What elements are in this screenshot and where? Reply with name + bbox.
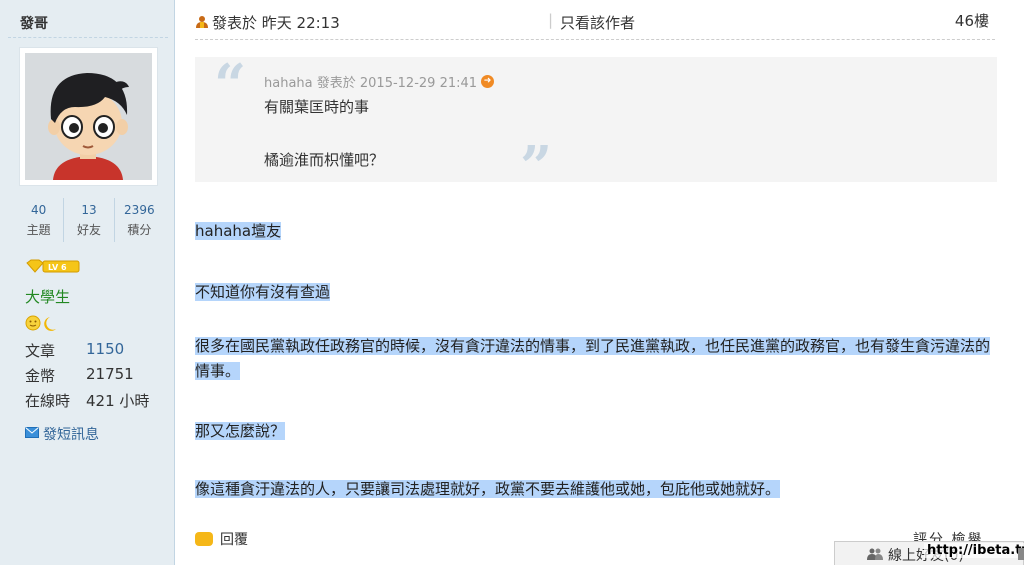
close-quote-icon: ” [520, 134, 553, 200]
post-paragraph-text: 像這種貪汙違法的人，只要讓司法處理就好，政黨不要去維護他或她，包庇他或她就好。 [195, 480, 781, 498]
stat-points[interactable]: 2396 積分 [115, 198, 164, 242]
quote-text-line: 橘逾淮而枳懂吧？ [264, 151, 385, 169]
jump-to-quote-icon[interactable]: ➜ [481, 75, 495, 88]
stat-friends-label: 好友 [76, 223, 101, 237]
post-paragraph-text: hahaha壇友 [195, 222, 282, 240]
info-coins: 金幣 21751 [25, 365, 134, 386]
quote-block: “ hahaha 發表於 2015-12-29 21:41 ➜ 有關葉匡時的事 … [195, 52, 997, 195]
stat-friends[interactable]: 13 好友 [64, 198, 115, 242]
info-posts-label: 文章 [25, 342, 56, 360]
divider [8, 37, 168, 38]
post-paragraph-text: 不知道你有沒有查過 [195, 283, 331, 301]
reply-button[interactable]: 回覆 [195, 529, 248, 549]
scroll-edge[interactable] [1018, 548, 1024, 560]
user-online-icon [195, 15, 209, 29]
quote-text-line: 有關葉匡時的事 [264, 98, 370, 116]
stat-points-label: 積分 [127, 223, 152, 237]
info-coins-value: 21751 [86, 365, 134, 383]
users-icon [867, 548, 883, 560]
quote-author-time: hahaha 發表於 2015-12-29 21:41 [264, 76, 478, 91]
avatar[interactable] [19, 47, 158, 186]
info-online-time-label: 在線時 [25, 392, 71, 410]
reply-icon [195, 532, 213, 546]
quote-meta: hahaha 發表於 2015-12-29 21:41 ➜ [264, 72, 495, 91]
post-paragraph: hahaha壇友 [195, 219, 295, 244]
stat-friends-value: 13 [81, 203, 97, 217]
stat-threads-value: 40 [31, 203, 47, 217]
info-posts: 文章 1150 [25, 340, 124, 361]
stat-threads-label: 主題 [26, 223, 51, 237]
info-posts-value[interactable]: 1150 [86, 340, 124, 361]
medal-icons [25, 314, 65, 332]
open-quote-icon: “ [214, 52, 247, 118]
post-paragraph-text: 那又怎麼說？ [195, 422, 286, 440]
author-name[interactable]: 發哥 [20, 13, 48, 33]
envelope-icon [25, 426, 39, 442]
post-header: 發表於 昨天 22:13 | 只看該作者 46樓 [195, 0, 995, 40]
post-paragraph: 很多在國民黨執政任政務官的時候，沒有貪汙違法的情事，到了民進黨執政，也任民進黨的… [195, 334, 998, 384]
info-online-time-value: 421 小時 [86, 392, 150, 410]
header-separator: | [548, 11, 554, 29]
floor-number[interactable]: 46樓 [955, 10, 989, 31]
stat-points-value: 2396 [124, 203, 155, 217]
send-pm-link[interactable]: 發短訊息 [25, 424, 99, 444]
level-badge-text: LV 6 [48, 263, 67, 272]
watermark-text: http://ibeta.tw [924, 543, 1024, 558]
send-pm-label: 發短訊息 [43, 427, 99, 443]
post-time: 發表於 昨天 22:13 [212, 14, 340, 32]
level-badge: LV 6 [25, 258, 81, 274]
user-rank: 大學生 [25, 288, 71, 306]
avatar-image [25, 53, 152, 180]
post-paragraph: 不知道你有沒有查過 [195, 280, 355, 305]
view-author-only-link[interactable]: 只看該作者 [560, 12, 635, 33]
post-paragraph: 像這種貪汙違法的人，只要讓司法處理就好，政黨不要去維護他或她，包庇他或她就好。 [195, 477, 861, 502]
info-coins-label: 金幣 [25, 367, 56, 385]
reply-label: 回覆 [220, 532, 248, 548]
post-paragraph: 那又怎麼說？ [195, 419, 305, 444]
stat-threads[interactable]: 40 主題 [14, 198, 65, 242]
info-online-time: 在線時 421 小時 [25, 390, 149, 411]
author-sidebar: 發哥 40 主題 13 好友 2396 積分 LV 6 大學生 文章 1150 … [0, 0, 175, 565]
post-paragraph-text: 很多在國民黨執政任政務官的時候，沒有貪汙違法的情事，到了民進黨執政，也任民進黨的… [195, 337, 991, 380]
author-stats: 40 主題 13 好友 2396 積分 [14, 198, 164, 242]
